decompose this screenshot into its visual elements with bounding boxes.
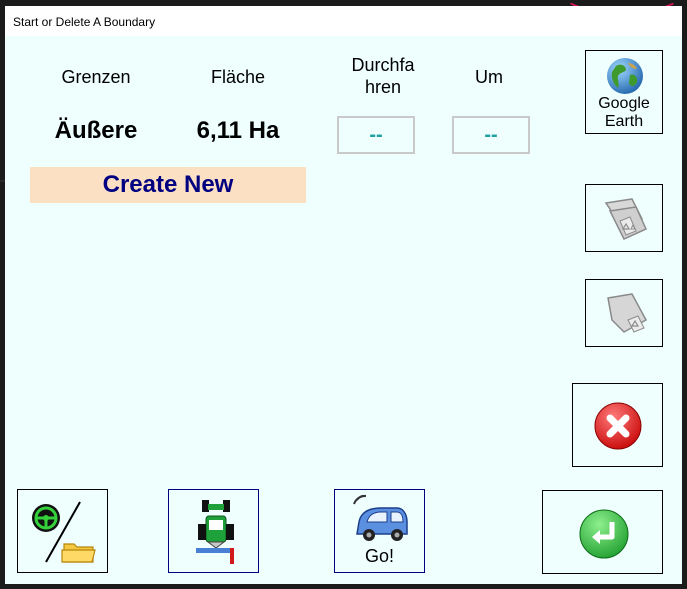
header-drive-through: Durchfa hren [333,54,433,98]
car-go-icon [353,494,408,541]
header-drive-through-line1: Durchfa [351,55,415,75]
ok-button[interactable] [542,490,663,574]
delete-boundary-button[interactable] [585,279,663,347]
google-earth-line1: Google [598,95,650,112]
header-around: Um [475,67,503,87]
delete-all-boundaries-button[interactable] [585,184,663,252]
drive-through-toggle[interactable]: -- [337,116,415,154]
red-x-icon [594,402,642,450]
open-boundary-file-button[interactable] [17,489,108,573]
google-earth-line2: Earth [604,113,644,130]
header-drive-through-line2: hren [364,77,402,97]
steering-wheel-folder-icon [32,501,96,563]
green-return-icon [579,509,629,559]
header-area: Fläche [210,67,266,87]
cancel-button[interactable] [572,383,663,467]
dialog-client-area: Grenzen Fläche Durchfa hren Um Äußere 6,… [5,36,682,584]
window-title: Start or Delete A Boundary [13,15,156,29]
header-boundary: Grenzen [61,67,131,87]
around-toggle[interactable]: -- [452,116,530,154]
boundary-name[interactable]: Äußere [31,117,161,145]
title-bar: Start or Delete A Boundary [5,6,682,36]
go-label: Go! [364,546,394,566]
globe-icon [607,58,643,94]
tractor-drive-boundary-button[interactable] [168,489,259,573]
recycle-sheet-icon [607,293,648,333]
tractor-icon [196,500,234,564]
recycle-stack-icon [604,198,647,240]
create-new-button[interactable]: Create New [30,167,306,203]
boundary-area[interactable]: 6,11 Ha [173,117,303,145]
boundary-dialog: Start or Delete A Boundary Grenzen Fläch… [5,6,682,584]
drive-go-button[interactable]: Go! [334,489,425,573]
google-earth-button[interactable]: Google Earth [585,50,663,134]
